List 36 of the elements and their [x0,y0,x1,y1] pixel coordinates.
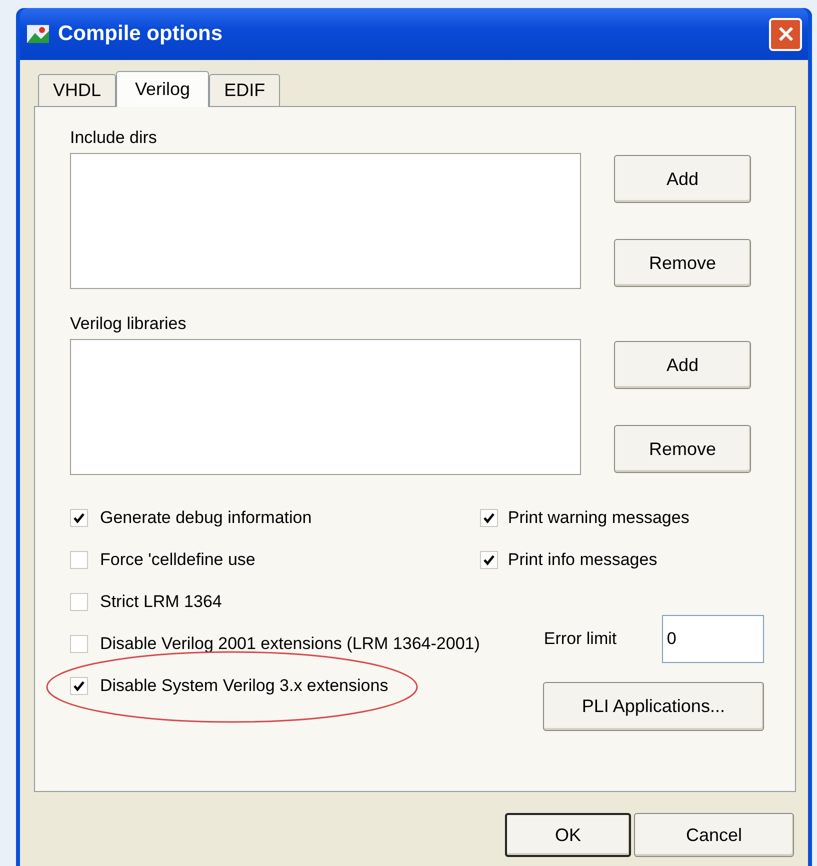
checkbox[interactable] [70,551,88,569]
dialog-button[interactable]: OK [505,813,631,857]
dialog-button[interactable]: Cancel [634,813,794,857]
checkmark-icon [482,512,495,524]
tab[interactable]: Verilog [116,71,210,107]
list-label: Verilog libraries [70,313,188,335]
checkbox-label: Print info messages [508,549,658,572]
checkbox-label: Generate debug information [100,507,312,530]
pli-applications-button[interactable]: PLI Applications... [542,682,764,731]
checkbox-label: Print warning messages [508,507,690,530]
checkmark-icon [73,512,85,524]
list-button[interactable]: Add [614,341,751,389]
window-title: Compile options [58,21,224,48]
checkbox[interactable] [480,509,498,527]
checkmark-icon [73,680,85,692]
checkbox-label: Disable System Verilog 3.x extensions [100,675,388,698]
checkbox[interactable] [70,635,88,653]
app-icon [26,22,50,46]
error-limit-field[interactable]: 0 [662,615,764,663]
checkmark-icon [482,554,495,566]
checkbox[interactable] [70,593,88,611]
checkbox[interactable] [480,551,498,569]
list-button[interactable]: Remove [614,239,751,287]
checkbox-label: Strict LRM 1364 [100,591,222,614]
error-limit-label: Error limit [544,628,618,650]
list-button[interactable]: Remove [614,425,751,473]
list-label: Include dirs [70,127,158,149]
tab[interactable]: VHDL [38,74,116,106]
checkbox-label: Disable Verilog 2001 extensions (LRM 1364-2001) [100,633,480,656]
list-button[interactable]: Add [614,155,751,203]
checkbox-label: Force 'celldefine use [100,549,256,572]
tab[interactable]: EDIF [209,74,280,106]
close-icon [778,26,794,42]
checkbox[interactable] [70,509,88,527]
close-button[interactable] [769,18,802,50]
checkbox[interactable] [70,677,88,695]
